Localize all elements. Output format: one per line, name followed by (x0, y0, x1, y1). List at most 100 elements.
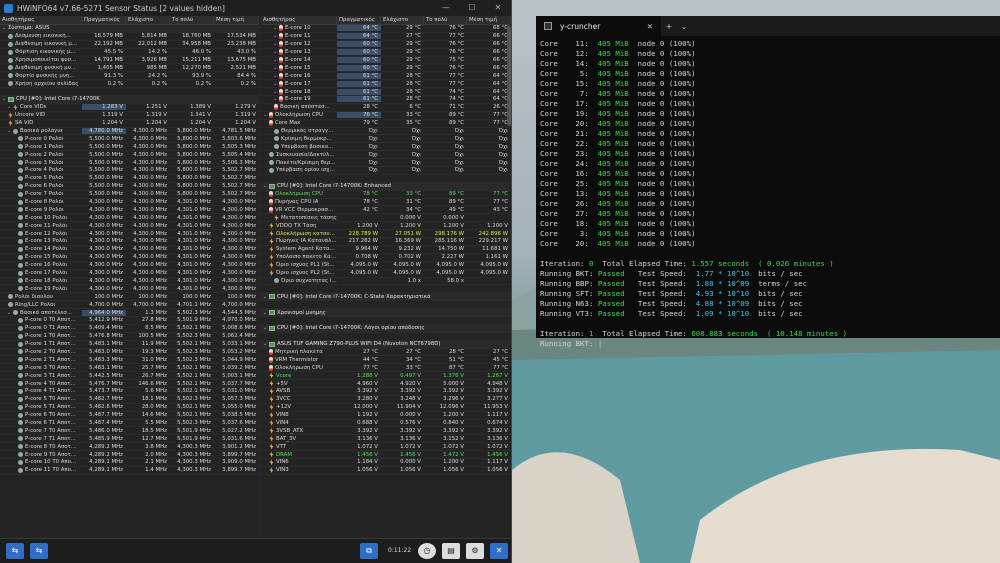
sensor-row[interactable] (261, 285, 511, 294)
sensor-row[interactable]: P-core 1 T0 Απoτ... 5,476.8 MHz 100.5 MHz 5… (0, 333, 259, 341)
tab-y-cruncher[interactable]: y-cruncher ✕ (536, 16, 661, 36)
sensor-group-header[interactable]: ⌄ CPU [#0]: Intel Core i7-14700K (0, 96, 259, 104)
sensor-row[interactable]: ⌄ E-core 19 61 °C 28 °C 74 °C 64 °C (261, 96, 511, 104)
sensor-row[interactable]: Φορτίο φυσικής μνή... 91.3 % 24.2 % 93.9 % 8… (0, 72, 259, 81)
sensor-row[interactable]: Ολοκλήρωση CPU 78 °C 33 °C 89 °C 77 °C (261, 191, 511, 199)
expand-chevron-icon[interactable]: ⌄ (273, 41, 278, 47)
terminal-output[interactable]: Core 11: 405 MiB node 0 (100%) Core 12: 4… (536, 36, 1000, 349)
sensor-row[interactable]: P-core 0 T1 Απoτ... 5,409.4 MHz 8.5 MHz 5,5… (0, 325, 259, 333)
sensor-row[interactable]: ⌄ Core VIDs 1.283 V 1.251 V 1.389 V 1.279 V (0, 104, 259, 112)
chevron-down-icon[interactable]: ⌄ (677, 22, 691, 31)
expand-chevron-icon[interactable]: ⌄ (273, 33, 278, 39)
expand-chevron-icon[interactable]: ⌄ (7, 104, 12, 110)
expand-chevron-icon[interactable]: ⌄ (273, 96, 278, 102)
sensor-row[interactable]: Υπέρβαση ορίου ισχύ... Όχι Όχι Όχι Όχι (261, 167, 511, 175)
column-header-1[interactable]: Πραγματικός (82, 16, 126, 24)
sensor-row[interactable]: Uncore VID 1.319 V 1.319 V 1.341 V 1.319 V (0, 112, 259, 120)
sensor-row[interactable]: E-core 9 T0 Απoτ... 4,289.2 MHz 2.0 MHz 4,3… (0, 451, 259, 459)
expand-chevron-icon[interactable]: ⌄ (273, 25, 278, 31)
expand-chevron-icon[interactable]: ⌄ (263, 341, 268, 347)
sensor-row[interactable] (261, 317, 511, 325)
sensor-row[interactable]: E-core 18 Ρολόι 4,300.0 MHz 4,300.0 MHz 4,3… (0, 278, 259, 286)
sensor-row[interactable]: VIN8 1.192 V 0.000 V 1.200 V 1.117 V (261, 412, 511, 420)
sensor-row[interactable]: Όριο ισχύος PL2 (St... 4,095.0 W 4,095.0 W… (261, 270, 511, 278)
sensor-row[interactable]: E-core 12 Ρολόι 4,300.0 MHz 4,300.0 MHz 4,3… (0, 230, 259, 239)
sensor-row[interactable]: +5V 4.960 V 4.920 V 5.000 V 4.948 V (261, 380, 511, 388)
sensor-row[interactable]: ⌄ Βασικά ρολόγια 4,780.0 MHz 4,300.0 MHz 5,8… (0, 128, 259, 136)
sensor-row[interactable]: Φόρτιση εικονικής μ... 45.5 % 14.2 % 46.0 %… (0, 49, 259, 57)
arrows-left-right-icon-2[interactable]: ⇆ (30, 543, 48, 559)
sensor-row[interactable]: Θερμικός στραγγ... Όχι Όχι Όχι Όχι (261, 128, 511, 136)
sensor-row[interactable]: E-core 11 T0 Απo... 4,289.1 MHz 1.4 MHz 4,3… (0, 467, 259, 475)
expand-chevron-icon[interactable]: ⌄ (7, 128, 12, 134)
close-button[interactable]: ✕ (485, 0, 511, 16)
sensor-row[interactable] (261, 301, 511, 310)
sensor-row[interactable]: E-core 16 Ρολόι 4,300.0 MHz 4,300.0 MHz 4,3… (0, 262, 259, 270)
sensor-pane-right[interactable]: Αισθητήρας Πραγματικός Ελάχιστο Το πολύ Μέση… (261, 16, 511, 538)
sensor-group-header[interactable]: ⌄ CPU [#0]: Intel Core i7-14700K: C-State… (261, 293, 511, 302)
sensor-row[interactable]: P-core 0 T0 Απoτ... 5,412.9 MHz 27.8 MHz 5,… (0, 317, 259, 325)
sensor-row[interactable]: 3VSB_ATX 3.392 V 3.392 V 3.392 V 3.392 V (261, 427, 511, 436)
expand-chevron-icon[interactable]: ⌄ (263, 294, 268, 300)
column-header-2[interactable]: Ελάχιστο (381, 16, 424, 24)
sensor-group-header[interactable]: ⌄ CPU [#0]: Intel Core i7-14700K: Λόγοι ο… (261, 324, 511, 333)
column-header-1[interactable]: Πραγματικός (337, 16, 381, 24)
report-icon[interactable]: ▤ (442, 543, 460, 559)
sensor-row[interactable]: Ring/LLC Ρολόι 4,700.0 MHz 4,700.0 MHz 4,70… (0, 301, 259, 310)
column-header-4[interactable]: Μέση τιμή (214, 16, 259, 24)
sensor-row[interactable]: AVSB 3.392 V 3.392 V 3.392 V 3.392 V (261, 388, 511, 396)
arrows-left-right-icon[interactable]: ⇆ (6, 543, 24, 559)
sensor-row[interactable]: P-core 4 T1 Απoτ... 5,473.7 MHz 5.6 MHz 5,5… (0, 388, 259, 396)
sensor-row[interactable]: ⌄ Ολοκλήρωση CPU 76 °C 33 °C 89 °C 77 °C (261, 112, 511, 120)
expand-chevron-icon[interactable]: ⌄ (263, 112, 268, 118)
sensor-row[interactable]: P-core 2 T1 Απoτ... 5,483.3 MHz 31.0 MHz 5,… (0, 356, 259, 365)
expand-chevron-icon[interactable]: ⌄ (273, 73, 278, 79)
expand-chevron-icon[interactable]: ⌄ (2, 96, 7, 102)
maximize-button[interactable]: ☐ (459, 0, 485, 16)
expand-chevron-icon[interactable]: ⌄ (273, 81, 278, 87)
sensor-pane-left[interactable]: Αισθητήρας Πραγματικός Ελάχιστο Το πολύ Μέση… (0, 16, 259, 538)
sensor-row[interactable]: VRM Thermistor 44 °C 34 °C 51 °C 45 °C (261, 356, 511, 365)
sensor-group-header[interactable]: ⌄ Χρονισμοί μνήμης (261, 309, 511, 317)
sensor-row[interactable]: Υπόλοιπο πακέτο Καταν... 0.708 W 0.702 W 2.… (261, 254, 511, 262)
sensor-row[interactable]: BAT_3V 3.136 V 3.136 V 3.152 V 3.136 V (261, 435, 511, 444)
sensor-row[interactable]: Δέσμευση εικονική... 18,579 MB 5,814 MB 18,… (0, 33, 259, 41)
sensor-row[interactable]: Όριο συχνότητας Ι... 1.0 x 58.0 x (261, 278, 511, 286)
sensor-row[interactable]: P-core 3 T0 Απoτ... 5,483.1 MHz 25.7 MHz 5,… (0, 364, 259, 373)
sensor-row[interactable]: Ολοκλήρωση CPU 77 °C 33 °C 87 °C 77 °C (261, 364, 511, 373)
sensor-group-header[interactable]: ⌄ CPU [#0]: Intel Core i7-14700K: Enhance… (261, 182, 511, 191)
sensor-row[interactable]: VR VCC Θερμοκρασ... 42 °C 34 °C 49 °C 43 °C (261, 206, 511, 215)
expand-chevron-icon[interactable]: ⌄ (273, 57, 278, 63)
sensor-row[interactable]: ⌄ Βασικά αποτελεσ... 4,964.0 MHz 1.3 MHz 5,5… (0, 309, 259, 317)
sensor-row[interactable]: Μητρική πλακέτα 27 °C 27 °C 28 °C 27 °C (261, 348, 511, 357)
right-pane-scrollbar[interactable] (507, 26, 511, 126)
sensor-row[interactable]: Βασική απόστασ... 28 °C 6 °C 71 °C 26 °C (261, 104, 511, 112)
sensor-group-header[interactable]: ⌄ Σύστημα: ASUS (0, 25, 259, 33)
sensor-row[interactable]: P-core 1 Ρολόι 5,500.0 MHz 4,300.0 MHz 5,80… (0, 143, 259, 152)
sensor-row[interactable]: ⌄ E-core 14 60 °C 29 °C 75 °C 66 °C (261, 57, 511, 65)
sensor-row[interactable]: Πυρήνες IA Κατανάλ... 217.282 W 16.369 W 28… (261, 238, 511, 246)
sensor-row[interactable]: VIN4 0.688 V 0.576 V 0.840 V 0.674 V (261, 419, 511, 428)
sensor-row[interactable]: ⌄ E-core 11 64 °C 27 °C 77 °C 66 °C (261, 33, 511, 41)
sensor-row[interactable] (261, 175, 511, 183)
sensor-row[interactable]: E-core 10 T0 Απo... 4,289.1 MHz 2.1 MHz 4,3… (0, 459, 259, 467)
sensor-row[interactable]: P-core 2 Ρολόι 5,500.0 MHz 4,300.0 MHz 5,80… (0, 151, 259, 160)
sensor-row[interactable]: P-core 5 T1 Απoτ... 5,482.6 MHz 28.0 MHz 5,… (0, 404, 259, 412)
sensor-row[interactable]: P-core 5 Ρολόι 5,500.0 MHz 4,300.0 MHz 5,80… (0, 175, 259, 183)
sensor-row[interactable]: P-core 2 T0 Απoτ... 5,483.0 MHz 19.3 MHz 5,… (0, 349, 259, 357)
sensor-row[interactable]: P-core 6 T0 Απoτ... 5,487.7 MHz 14.6 MHz 5,… (0, 412, 259, 420)
sensor-row[interactable]: Κρίσιμη θερμοκρ... Όχι Όχι Όχι Όχι (261, 135, 511, 144)
sensor-row[interactable]: P-core 5 T0 Απoτ... 5,482.7 MHz 18.1 MHz 5,… (0, 396, 259, 404)
sensor-row[interactable]: P-core 6 T1 Απoτ... 5,487.4 MHz 5.5 MHz 5,5… (0, 420, 259, 428)
sensor-row[interactable]: E-core 13 Ρολόι 4,300.0 MHz 4,300.0 MHz 4,3… (0, 238, 259, 246)
sensor-row[interactable]: Υπέρβαση βασικο... Όχι Όχι Όχι Όχι (261, 143, 511, 152)
sensor-row[interactable]: Όριο ισχύος PL1 (St... 4,095.0 W 4,095.0 W… (261, 262, 511, 270)
column-header-0[interactable]: Αισθητήρας (261, 16, 337, 24)
sensor-row[interactable] (0, 88, 259, 97)
sensor-row[interactable]: DRAM 1.456 V 1.456 V 1.472 V 1.456 V (261, 451, 511, 459)
sensor-row[interactable]: P-core 4 Ρολόι 5,500.0 MHz 4,300.0 MHz 5,80… (0, 167, 259, 175)
sensor-row[interactable]: E-core 15 Ρολόι 4,300.0 MHz 4,300.0 MHz 4,3… (0, 254, 259, 262)
column-header-3[interactable]: Το πολύ (424, 16, 467, 24)
column-header-4[interactable]: Μέση τιμή (467, 16, 511, 24)
sensor-row[interactable]: E-core 9 Ρολόι 4,300.0 MHz 4,300.0 MHz 4,30… (0, 206, 259, 215)
